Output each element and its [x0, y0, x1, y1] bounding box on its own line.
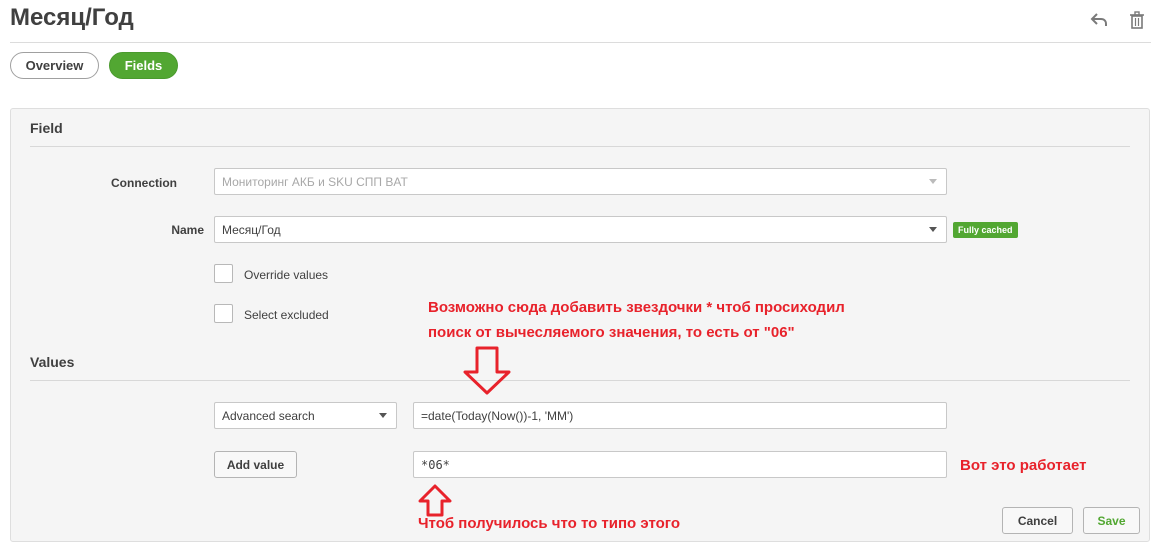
expression-value: =date(Today(Now())-1, 'MM'): [421, 408, 574, 423]
add-value-button[interactable]: Add value: [214, 451, 297, 478]
chevron-down-icon: [929, 179, 937, 184]
override-values-checkbox[interactable]: [214, 264, 233, 283]
select-excluded-checkbox[interactable]: [214, 304, 233, 323]
cancel-button[interactable]: Cancel: [1002, 507, 1073, 534]
values-section-title: Values: [30, 354, 75, 370]
tab-overview[interactable]: Overview: [10, 52, 99, 79]
values-section-divider: [30, 380, 1130, 381]
annotation-line-2: поиск от вычесляемого значения, то есть …: [428, 324, 795, 341]
name-select[interactable]: Месяц/Год: [214, 216, 947, 243]
arrow-down-icon: [463, 346, 511, 395]
value-input[interactable]: *06*: [413, 451, 947, 478]
header-actions: [1089, 10, 1147, 30]
chevron-down-icon: [929, 227, 937, 232]
connection-label: Connection: [111, 176, 177, 190]
search-mode-select[interactable]: Advanced search: [214, 402, 397, 429]
save-button[interactable]: Save: [1083, 507, 1140, 534]
connection-select[interactable]: Мониторинг АКБ и SKU СПП BAT: [214, 168, 947, 195]
page-title: Месяц/Год: [10, 4, 134, 31]
connection-value: Мониторинг АКБ и SKU СПП BAT: [222, 174, 408, 189]
expression-input[interactable]: =date(Today(Now())-1, 'MM'): [413, 402, 947, 429]
override-values-label: Override values: [244, 268, 329, 282]
annotation-works: Вот это работает: [960, 457, 1087, 474]
search-mode-value: Advanced search: [222, 408, 315, 423]
field-section-divider: [30, 146, 1130, 147]
arrow-up-icon: [418, 484, 452, 517]
name-label: Name: [171, 223, 204, 237]
field-section-title: Field: [30, 120, 63, 136]
chevron-down-icon: [379, 413, 387, 418]
header-divider: [10, 42, 1151, 43]
annotation-goal: Чтоб получилось что то типо этого: [418, 515, 680, 532]
cache-status-badge: Fully cached: [953, 222, 1018, 238]
trash-icon[interactable]: [1127, 10, 1147, 30]
annotation-line-1: Возможно сюда добавить звездочки * чтоб …: [428, 299, 845, 316]
select-excluded-label: Select excluded: [244, 308, 329, 322]
name-value: Месяц/Год: [222, 222, 281, 237]
value-input-text: *06*: [421, 457, 450, 472]
undo-icon[interactable]: [1089, 10, 1109, 30]
tab-fields[interactable]: Fields: [109, 52, 178, 79]
